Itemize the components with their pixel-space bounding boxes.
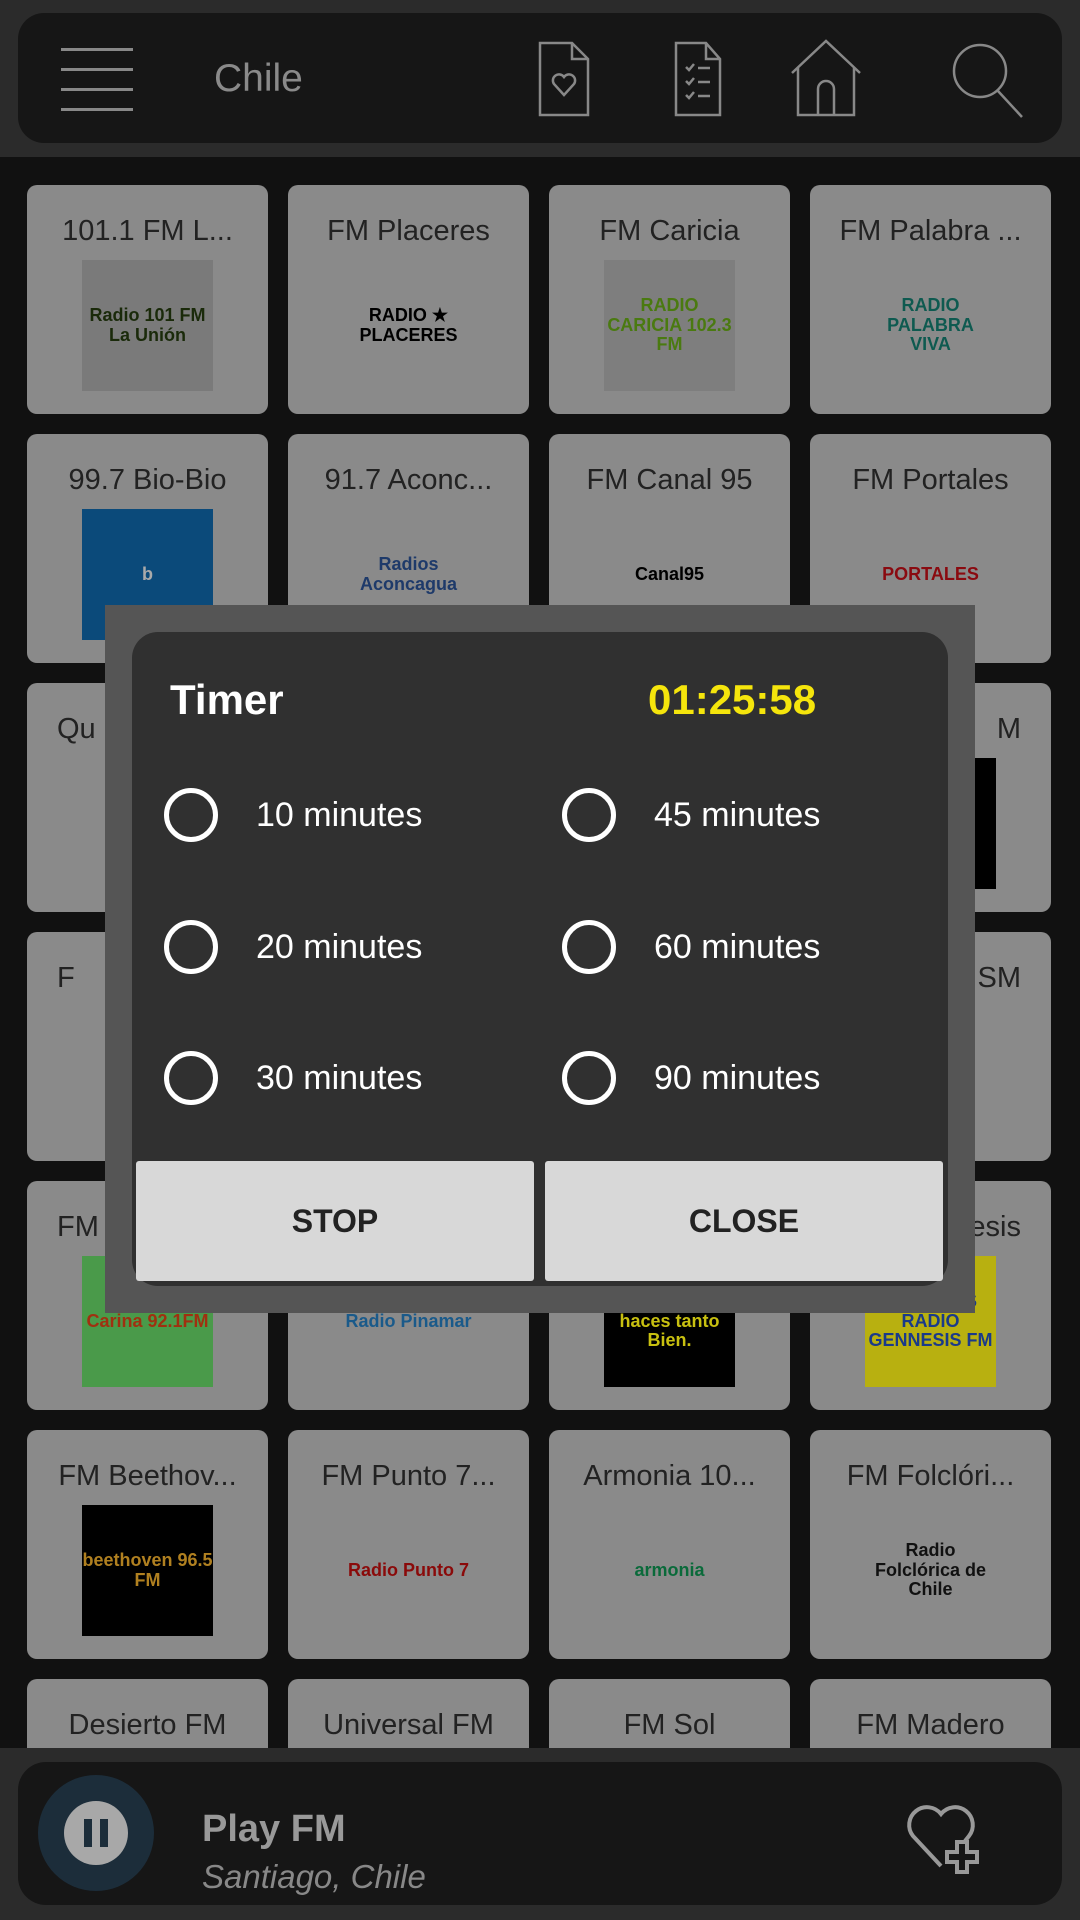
timer-option-10[interactable]: 10 minutes [164,785,422,845]
timer-option-60[interactable]: 60 minutes [562,917,820,977]
option-label: 30 minutes [256,1058,423,1097]
menu-icon[interactable] [61,45,133,111]
station-title: FM Caricia [599,215,740,247]
option-label: 60 minutes [654,927,821,966]
now-playing-title: Play FM [202,1808,346,1850]
station-logo: RADIO ★ PLACERES [343,260,474,391]
station-card[interactable]: FM Palabra ... RADIO PALABRA VIVA [810,185,1051,414]
add-favorite-icon[interactable] [903,1792,987,1876]
station-title: Desierto FM [68,1709,227,1741]
station-title: FM Sol [623,1709,716,1741]
station-card[interactable]: FM Folclóri... Radio Folclórica de Chile [810,1430,1051,1659]
station-card[interactable]: FM Caricia RADIO CARICIA 102.3 FM [549,185,790,414]
station-title: FM Palabra ... [839,215,1022,247]
station-title: Universal FM [323,1709,494,1741]
checklist-icon[interactable] [658,39,738,119]
station-title: Armonia 10... [583,1460,756,1492]
station-card[interactable]: FM Punto 7... Radio Punto 7 [288,1430,529,1659]
pause-button[interactable] [38,1775,154,1891]
option-label: 20 minutes [256,927,423,966]
radio-button[interactable] [164,788,218,842]
app-header: Chile [0,0,1080,157]
station-logo: beethoven 96.5 FM [82,1505,213,1636]
station-logo: armonia [604,1505,735,1636]
station-title: 99.7 Bio-Bio [68,464,227,496]
timer-dialog: Timer 01:25:58 10 minutes 20 minutes 30 … [132,632,948,1286]
now-playing-location: Santiago, Chile [202,1858,426,1895]
station-title: FM Beethov... [58,1460,237,1492]
timer-option-90[interactable]: 90 minutes [562,1048,820,1108]
timer-dialog-overlay: Timer 01:25:58 10 minutes 20 minutes 30 … [105,605,975,1313]
now-playing-bar[interactable]: Play FM Santiago, Chile [18,1762,1062,1905]
radio-button[interactable] [562,788,616,842]
timer-remaining: 01:25:58 [648,676,817,723]
station-logo: Radio Folclórica de Chile [865,1505,996,1636]
option-label: 10 minutes [256,795,423,834]
station-logo: Radio 101 FM La Unión [82,260,213,391]
dialog-title: Timer [170,676,284,723]
station-title: FM Placeres [327,215,490,247]
station-title: FM Portales [852,464,1009,496]
pause-icon [64,1801,128,1865]
station-card[interactable]: 101.1 FM L... Radio 101 FM La Unión [27,185,268,414]
radio-button[interactable] [164,1051,218,1105]
station-title: FM Canal 95 [586,464,753,496]
page-title: Chile [214,57,303,100]
radio-button[interactable] [562,1051,616,1105]
station-card[interactable]: Armonia 10... armonia [549,1430,790,1659]
search-icon[interactable] [948,39,1028,119]
player-footer: Play FM Santiago, Chile [0,1748,1080,1920]
station-title: 101.1 FM L... [62,215,233,247]
timer-option-30[interactable]: 30 minutes [164,1048,422,1108]
station-card[interactable]: FM Placeres RADIO ★ PLACERES [288,185,529,414]
option-label: 90 minutes [654,1058,821,1097]
station-logo: Radio Punto 7 [343,1505,474,1636]
option-label: 45 minutes [654,795,821,834]
top-bar: Chile [18,13,1062,143]
timer-option-45[interactable]: 45 minutes [562,785,820,845]
station-logo: RADIO CARICIA 102.3 FM [604,260,735,391]
station-title: 91.7 Aconc... [324,464,493,496]
radio-button[interactable] [164,920,218,974]
home-icon[interactable] [786,39,866,119]
stop-button[interactable]: STOP [136,1161,534,1281]
close-button[interactable]: CLOSE [545,1161,943,1281]
timer-option-20[interactable]: 20 minutes [164,917,422,977]
station-card[interactable]: FM Beethov... beethoven 96.5 FM [27,1430,268,1659]
favorites-doc-icon[interactable] [524,39,604,119]
radio-button[interactable] [562,920,616,974]
station-logo: RADIO PALABRA VIVA [865,260,996,391]
station-title: FM Punto 7... [321,1460,496,1492]
station-title: FM Folclóri... [846,1460,1015,1492]
station-title: FM Madero [856,1709,1005,1741]
